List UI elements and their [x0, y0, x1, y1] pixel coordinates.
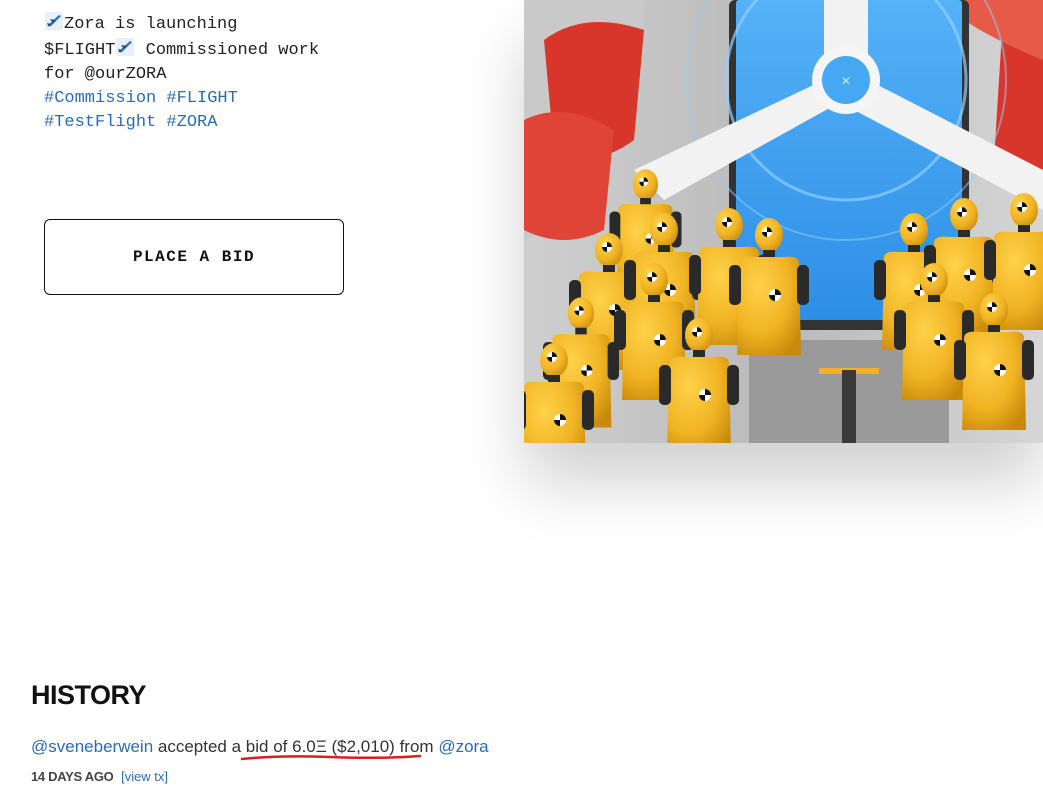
artwork-image: ×	[524, 0, 1043, 443]
description-line-2: $FLIGHT Commissioned work	[44, 37, 374, 63]
history-time: 14 DAYS AGO	[31, 769, 114, 784]
tag-commission[interactable]: #Commission	[44, 89, 156, 108]
description-line-2-end: Commissioned work	[135, 41, 320, 60]
tag-flight[interactable]: #FLIGHT	[166, 89, 237, 108]
artwork-description: Zora is launching $FLIGHT Commissioned w…	[44, 11, 374, 135]
history-title: HISTORY	[31, 680, 147, 710]
description-tags-row-1: #Commission #FLIGHT	[44, 87, 374, 111]
description-line-1-text: Zora is launching	[64, 15, 238, 34]
red-underline-annotation	[240, 754, 422, 761]
svg-text:×: ×	[841, 73, 850, 90]
description-line-1: Zora is launching	[44, 11, 374, 37]
history-bidder-link[interactable]: @zora	[438, 737, 488, 756]
description-tags-row-2: #TestFlight #ZORA	[44, 111, 374, 135]
airplane-icon	[116, 38, 135, 56]
crash-test-dummies-artwork: ×	[524, 0, 1043, 443]
place-a-bid-button[interactable]: PLACE A BID	[44, 219, 344, 295]
history-action: accepted	[157, 737, 227, 756]
history-user-link[interactable]: @sveneberwein	[31, 737, 153, 756]
airplane-icon	[45, 12, 63, 30]
description-line-2-start: $FLIGHT	[44, 41, 116, 60]
tag-zora[interactable]: #ZORA	[166, 113, 217, 132]
description-line-3: for @ourZORA	[44, 65, 167, 84]
view-tx-link[interactable]: [view tx]	[121, 769, 168, 784]
tag-testflight[interactable]: #TestFlight	[44, 113, 156, 132]
history-meta: 14 DAYS AGO [view tx]	[31, 769, 168, 784]
